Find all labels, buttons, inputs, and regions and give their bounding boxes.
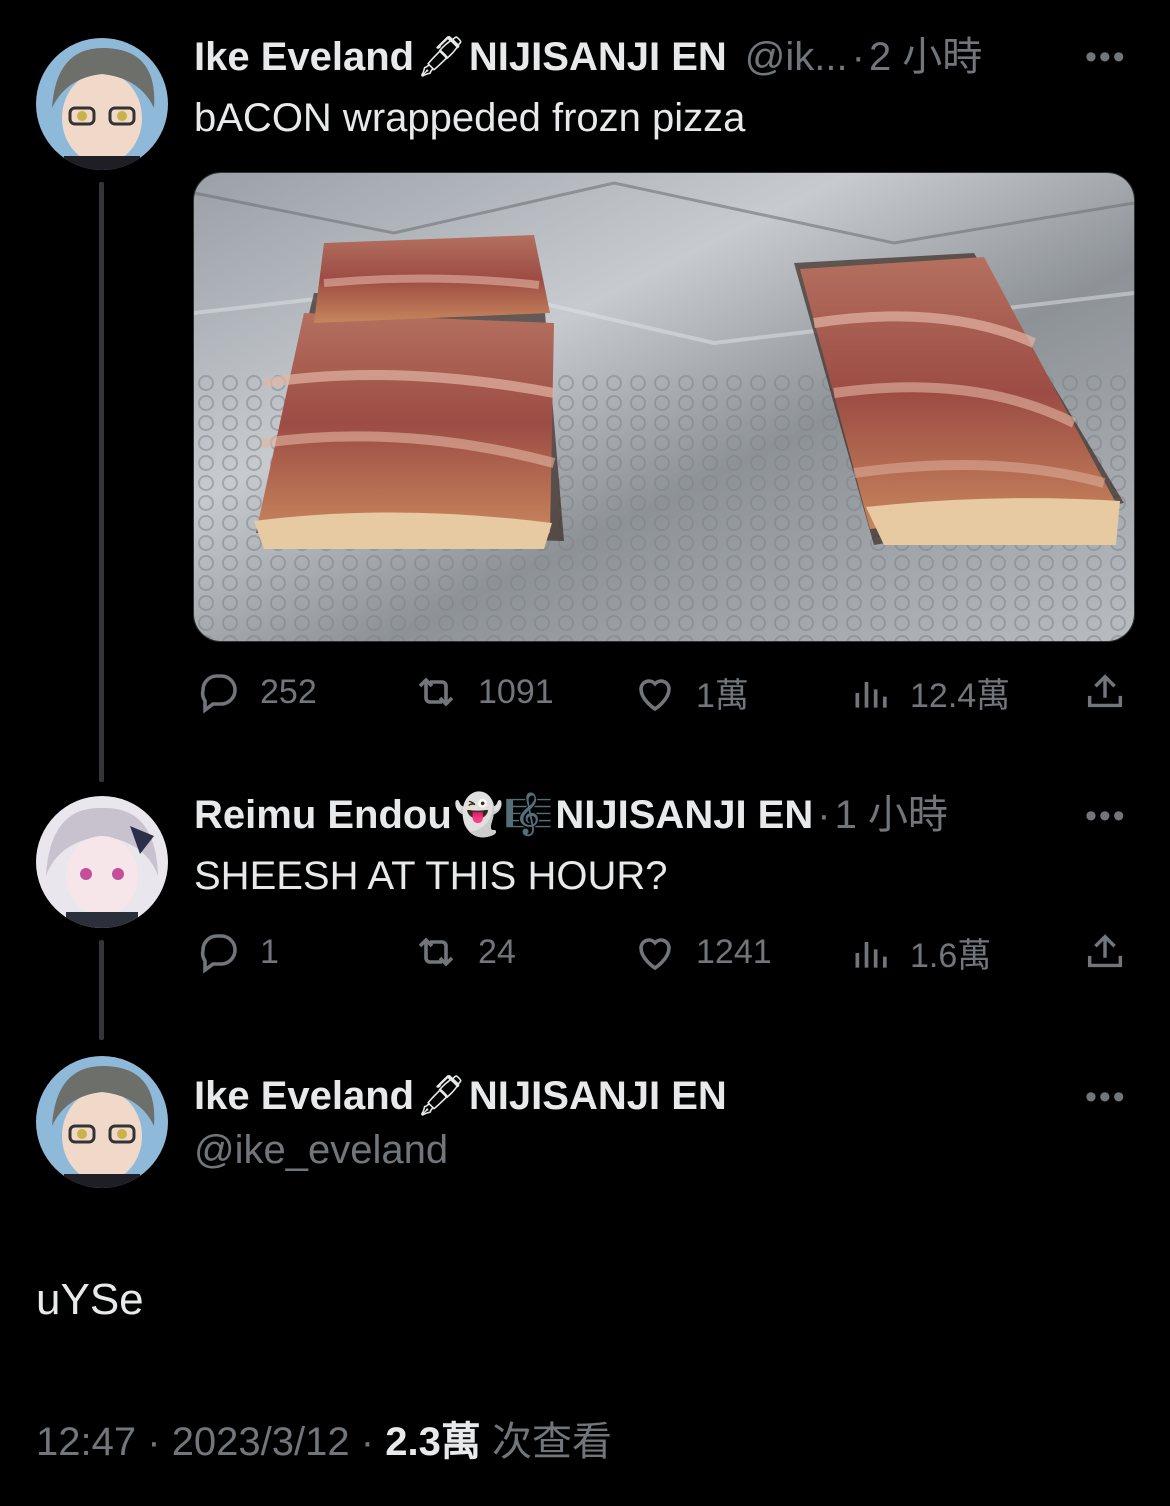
repost-icon [418, 677, 454, 707]
like-button[interactable]: 1萬 [630, 668, 749, 717]
reply-button[interactable]: 252 [194, 668, 317, 716]
reply-count: 252 [260, 672, 317, 711]
author-org[interactable]: NIJISANJI EN [469, 1072, 727, 1120]
tweet-actions: 252 1091 1萬 12.4萬 [194, 668, 1134, 718]
tweet-meta: 12:47 · 2023/3/12 · 2.3萬 次查看 [36, 1418, 612, 1466]
pen-emoji: 🖋 [416, 35, 467, 79]
analytics-icon [855, 941, 887, 968]
heart-icon [639, 678, 671, 711]
pen-emoji: 🖋 [416, 1074, 467, 1118]
share-icon [1087, 674, 1123, 708]
repost-count: 1091 [478, 672, 554, 711]
author-org[interactable]: NIJISANJI EN [555, 791, 813, 839]
tweet-image[interactable] [193, 172, 1135, 642]
avatar[interactable] [36, 38, 168, 170]
separator-dot: · [851, 35, 865, 79]
tweet-header: Ike Eveland 🖋 NIJISANJI EN @ik... · 2 小時 [194, 33, 982, 81]
share-button[interactable] [1082, 928, 1144, 976]
post-time[interactable]: 1 小時 [835, 791, 948, 839]
tweet-text: SHEESH AT THIS HOUR? [194, 854, 668, 898]
thread-line [99, 940, 104, 1040]
author-handle[interactable]: @ike_eveland [194, 1126, 448, 1174]
more-options-icon[interactable]: ••• [1085, 797, 1127, 836]
views-button[interactable]: 12.4萬 [850, 668, 1010, 717]
heart-icon [639, 938, 671, 971]
author-handle[interactable]: @ik... [745, 33, 848, 81]
author-org[interactable]: NIJISANJI EN [469, 33, 727, 81]
main-tweet-text: uYSe [36, 1275, 144, 1324]
post-time[interactable]: 12:47 [36, 1420, 136, 1464]
reply-count: 1 [260, 932, 279, 971]
tweet-actions: 1 24 1241 1.6萬 [194, 928, 1134, 978]
separator-dot: · [817, 793, 831, 837]
author-name[interactable]: Reimu Endou [194, 791, 452, 839]
separator-dot: · [147, 1420, 161, 1464]
ghost-music-emoji: 👻🎼 [453, 793, 554, 837]
like-button[interactable]: 1241 [630, 928, 772, 976]
views-label: 次查看 [491, 1420, 612, 1464]
reply-button[interactable]: 1 [194, 928, 279, 976]
repost-button[interactable]: 1091 [410, 668, 554, 716]
thread-line [99, 182, 104, 782]
views-button[interactable]: 1.6萬 [850, 928, 991, 977]
analytics-icon [855, 681, 887, 708]
tweet-text: bACON wrappeded frozn pizza [194, 96, 746, 140]
share-icon [1087, 934, 1123, 968]
share-button[interactable] [1082, 668, 1144, 716]
more-options-icon[interactable]: ••• [1085, 1078, 1127, 1117]
separator-dot: · [360, 1420, 375, 1464]
post-time[interactable]: 2 小時 [869, 33, 982, 81]
author-name[interactable]: Ike Eveland [194, 1072, 414, 1120]
repost-count: 24 [478, 932, 516, 971]
tweet-header: Reimu Endou 👻🎼 NIJISANJI EN · 1 小時 [194, 791, 948, 839]
avatar[interactable] [36, 1056, 168, 1188]
reply-icon [200, 934, 237, 974]
reply-icon [200, 674, 237, 714]
avatar[interactable] [36, 796, 168, 928]
view-count: 1.6萬 [910, 937, 992, 975]
main-tweet-header: Ike Eveland 🖋 NIJISANJI EN [194, 1072, 727, 1120]
repost-button[interactable]: 24 [410, 928, 516, 976]
post-date[interactable]: 2023/3/12 [172, 1420, 350, 1464]
author-name[interactable]: Ike Eveland [194, 33, 414, 81]
view-count: 2.3萬 [385, 1420, 481, 1464]
more-options-icon[interactable]: ••• [1085, 38, 1127, 77]
like-count: 1241 [696, 932, 772, 971]
repost-icon [418, 937, 454, 967]
like-count: 1萬 [696, 677, 749, 715]
view-count: 12.4萬 [910, 677, 1011, 715]
